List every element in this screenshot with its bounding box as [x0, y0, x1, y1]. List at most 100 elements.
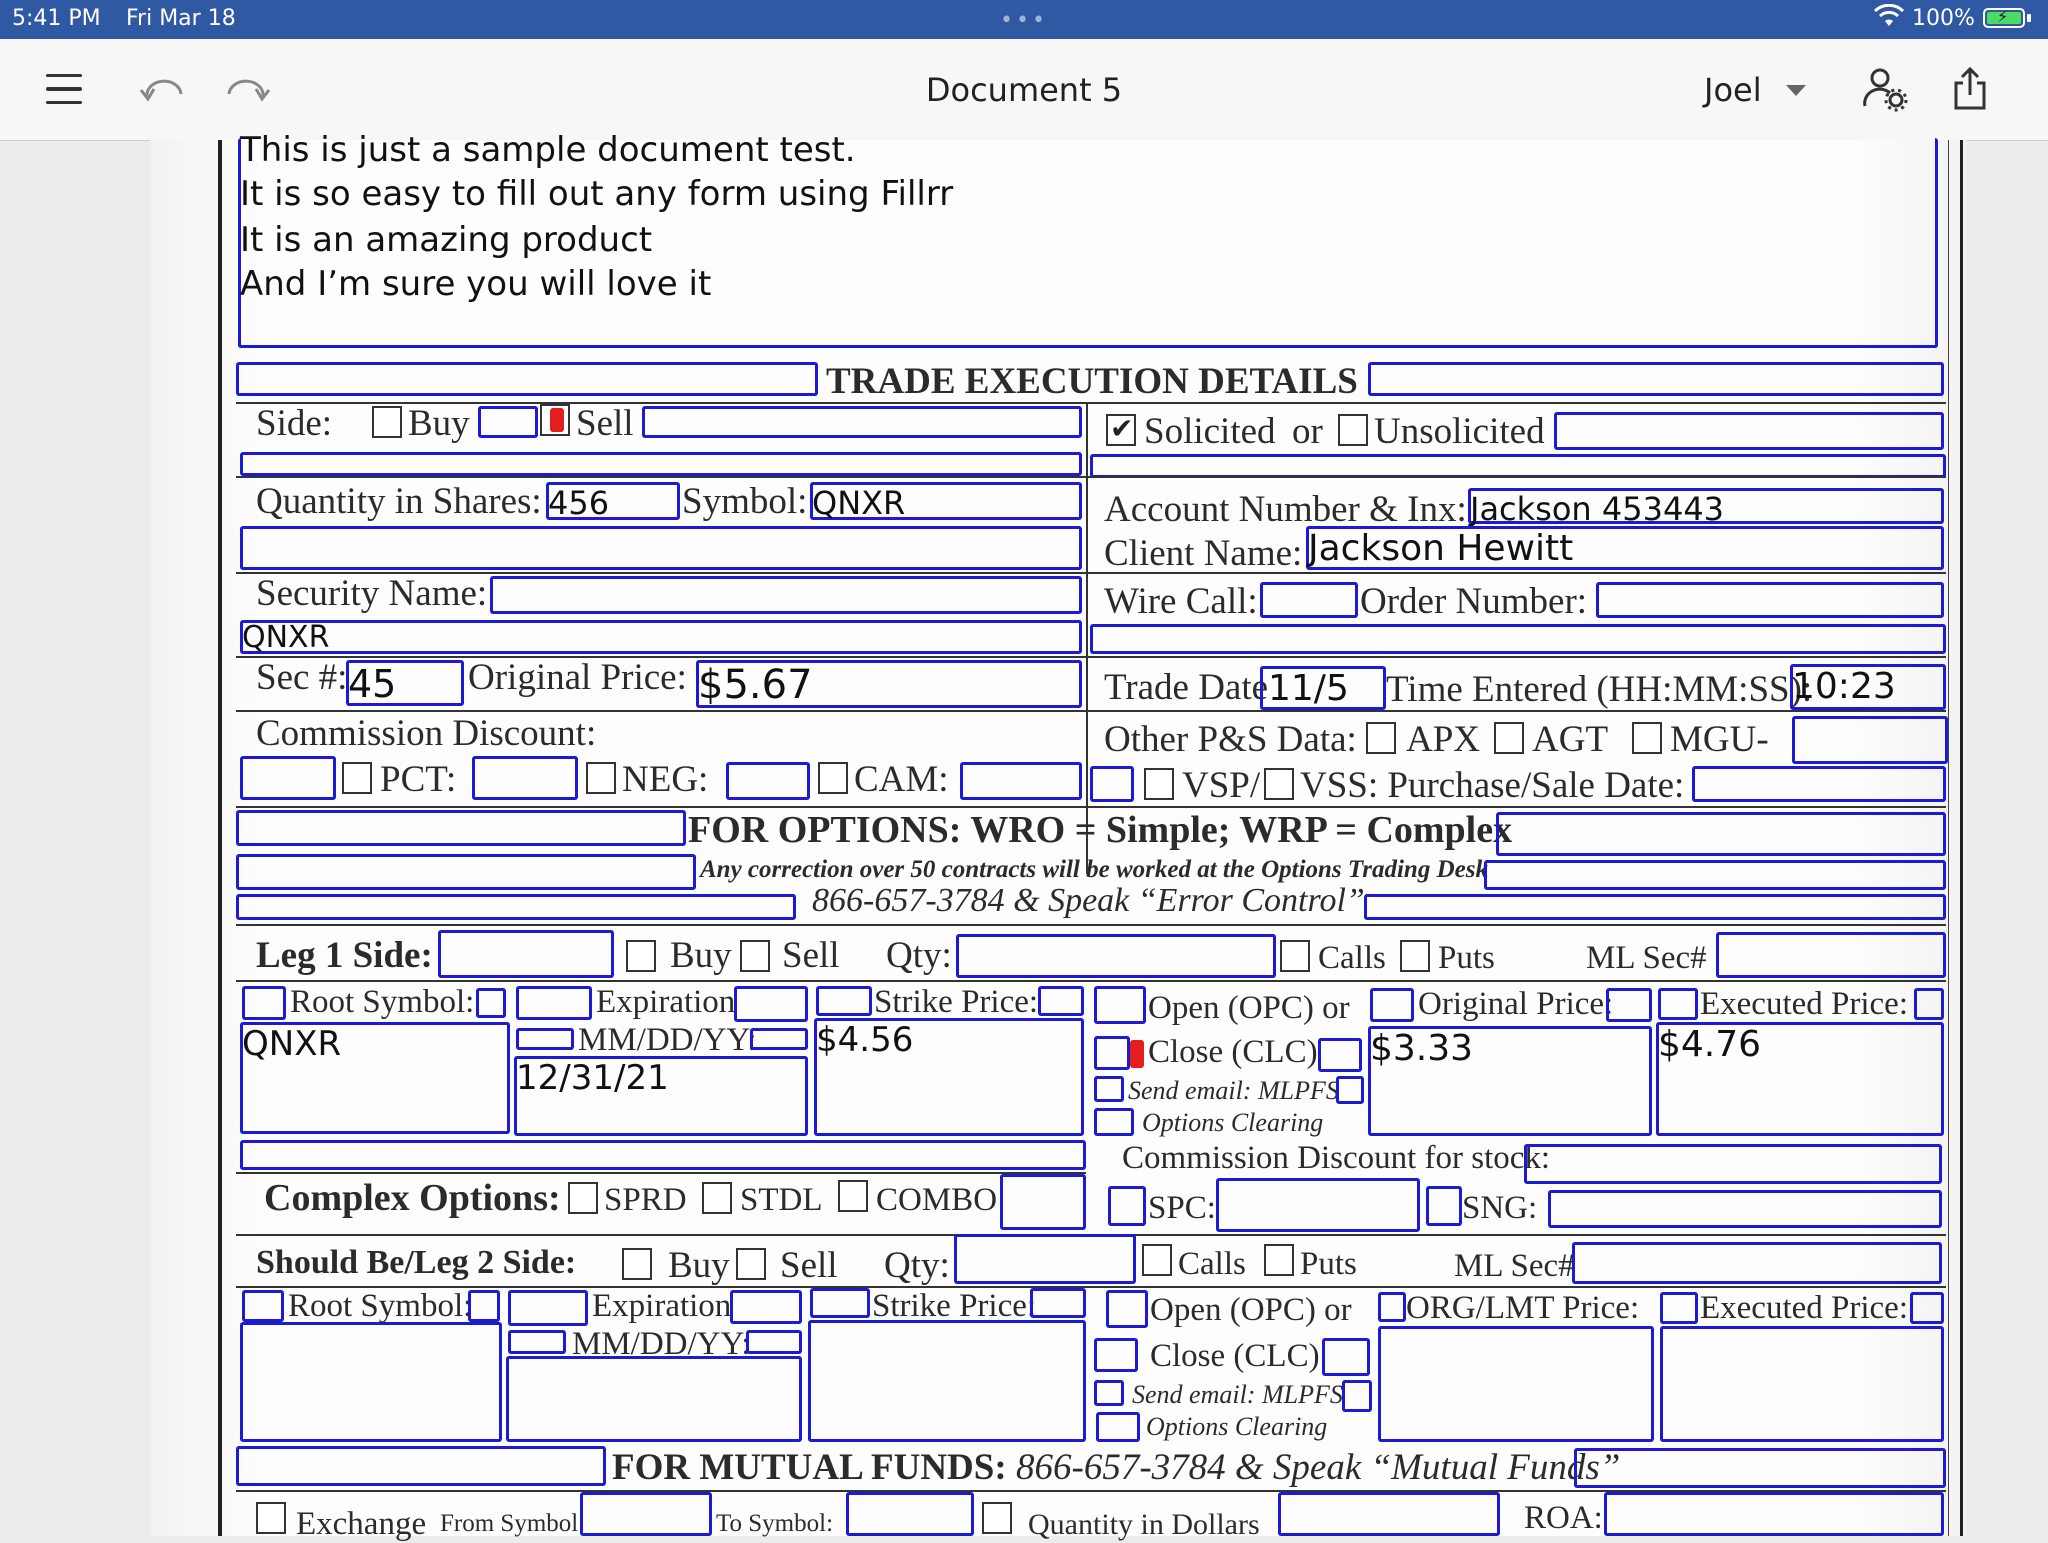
field[interactable]: [240, 756, 336, 800]
leg2-sell-checkbox[interactable]: [736, 1248, 766, 1280]
field[interactable]: [1090, 766, 1134, 802]
user-settings-icon[interactable]: [1862, 68, 1908, 112]
leg1-email-checkbox[interactable]: [1094, 1076, 1124, 1102]
leg1-sell-checkbox[interactable]: [740, 940, 770, 972]
field[interactable]: [1368, 362, 1944, 396]
field[interactable]: [816, 986, 872, 1016]
apx-checkbox[interactable]: [1366, 722, 1396, 754]
field[interactable]: [1318, 1038, 1362, 1072]
field[interactable]: [1496, 812, 1946, 856]
field[interactable]: [1370, 988, 1414, 1022]
leg2-org-lmt-field[interactable]: [1378, 1326, 1654, 1442]
commission-stock-field[interactable]: [1524, 1144, 1942, 1184]
leg2-strike-field[interactable]: [808, 1320, 1086, 1442]
field[interactable]: [236, 894, 796, 920]
mgu-field[interactable]: [1792, 716, 1948, 764]
vss-checkbox[interactable]: [1264, 768, 1294, 800]
share-icon[interactable]: [1948, 67, 1992, 110]
field[interactable]: [1484, 860, 1946, 890]
chevron-down-icon[interactable]: [1786, 85, 1806, 96]
field[interactable]: [734, 986, 808, 1022]
field[interactable]: [516, 1028, 574, 1050]
field[interactable]: [516, 986, 592, 1020]
exchange-checkbox[interactable]: [256, 1502, 286, 1534]
spc-checkbox[interactable]: [1108, 1186, 1146, 1226]
redo-icon[interactable]: [222, 69, 272, 109]
leg2-email-checkbox[interactable]: [1094, 1380, 1124, 1406]
qty-dollars-field[interactable]: [1278, 1492, 1500, 1536]
field[interactable]: [240, 452, 1082, 476]
field[interactable]: [730, 1290, 802, 1324]
pct-checkbox[interactable]: [342, 762, 372, 794]
field[interactable]: [1658, 988, 1698, 1020]
field[interactable]: [1336, 1076, 1364, 1104]
cam-field[interactable]: [960, 762, 1082, 800]
security-field[interactable]: [490, 576, 1082, 614]
to-symbol-field[interactable]: [846, 1492, 974, 1536]
field[interactable]: [746, 1330, 802, 1354]
leg1-clearing-checkbox[interactable]: [1094, 1108, 1134, 1136]
sng-checkbox[interactable]: [1426, 1186, 1462, 1226]
leg1-puts-checkbox[interactable]: [1400, 940, 1430, 972]
field[interactable]: [242, 986, 286, 1020]
field[interactable]: [1660, 1292, 1698, 1324]
combo-checkbox[interactable]: [838, 1180, 868, 1212]
field[interactable]: [240, 1140, 1086, 1170]
leg1-side-field[interactable]: [438, 930, 614, 978]
agt-checkbox[interactable]: [1494, 722, 1524, 754]
field[interactable]: [1342, 1380, 1372, 1412]
leg1-close-checkbox-field[interactable]: [1094, 1036, 1130, 1070]
stdl-checkbox[interactable]: [702, 1182, 732, 1214]
multitasking-dots-icon[interactable]: •••: [1000, 8, 1048, 33]
leg1-qty-field[interactable]: [956, 934, 1276, 978]
leg2-calls-checkbox[interactable]: [1142, 1244, 1172, 1276]
security-value-field[interactable]: [240, 620, 1082, 654]
field[interactable]: [1090, 624, 1946, 654]
neg-checkbox[interactable]: [586, 762, 616, 794]
unsolicited-checkbox[interactable]: [1338, 414, 1368, 446]
vsp-checkbox[interactable]: [1144, 768, 1174, 800]
leg1-open-checkbox-field[interactable]: [1094, 986, 1146, 1024]
cam-checkbox[interactable]: [818, 762, 848, 794]
field[interactable]: [1322, 1338, 1370, 1376]
field[interactable]: [242, 1290, 284, 1322]
field[interactable]: [1554, 412, 1944, 450]
wire-call-field[interactable]: [1260, 582, 1358, 618]
leg2-root-symbol-field[interactable]: [240, 1322, 502, 1442]
field[interactable]: [810, 1288, 870, 1318]
solicited-checkbox[interactable]: [1106, 412, 1136, 446]
field[interactable]: [236, 1446, 606, 1486]
leg2-qty-field[interactable]: [954, 1234, 1136, 1284]
leg2-executed-price-field[interactable]: [1660, 1326, 1944, 1442]
user-name-dropdown[interactable]: Joel: [1704, 71, 1762, 109]
field[interactable]: [1606, 988, 1652, 1022]
buy-checkbox[interactable]: [372, 406, 402, 438]
sprd-checkbox[interactable]: [568, 1182, 598, 1214]
field[interactable]: [478, 406, 538, 438]
menu-icon[interactable]: [44, 69, 84, 109]
pct-field[interactable]: [472, 756, 578, 800]
neg-field[interactable]: [726, 762, 810, 800]
leg2-close-checkbox-field[interactable]: [1094, 1338, 1138, 1372]
field[interactable]: [508, 1290, 588, 1326]
field[interactable]: [240, 526, 1082, 570]
leg1-calls-checkbox[interactable]: [1280, 940, 1310, 972]
field[interactable]: [1364, 894, 1946, 920]
field[interactable]: [1574, 1448, 1946, 1488]
mgu-checkbox[interactable]: [1632, 722, 1662, 754]
field[interactable]: [1914, 988, 1944, 1020]
field[interactable]: [236, 810, 686, 846]
field[interactable]: [642, 406, 1082, 438]
leg2-clearing-checkbox[interactable]: [1096, 1412, 1140, 1442]
field[interactable]: [1378, 1292, 1406, 1322]
field[interactable]: [476, 988, 506, 1018]
leg2-buy-checkbox[interactable]: [622, 1248, 652, 1280]
leg1-buy-checkbox[interactable]: [626, 940, 656, 972]
leg2-open-checkbox-field[interactable]: [1106, 1290, 1148, 1328]
roa-field[interactable]: [1604, 1492, 1944, 1536]
field[interactable]: [1030, 1288, 1086, 1318]
order-number-field[interactable]: [1596, 582, 1944, 618]
field[interactable]: [508, 1330, 566, 1354]
field[interactable]: [1038, 986, 1084, 1016]
field[interactable]: [1000, 1174, 1086, 1230]
